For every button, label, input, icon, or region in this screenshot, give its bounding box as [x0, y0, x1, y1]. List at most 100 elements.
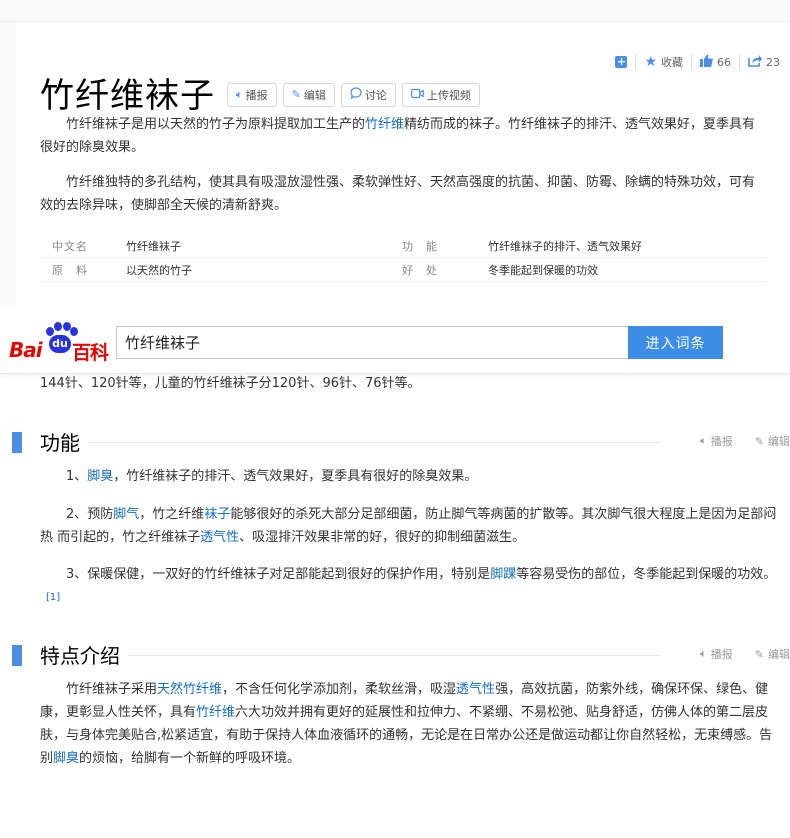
section-marker — [12, 645, 22, 666]
body-text: ，不含任何化学添加剂，柔软丝滑，吸湿 — [222, 682, 457, 697]
link-breathability[interactable]: 透气性 — [456, 682, 495, 697]
enter-entry-button[interactable]: 进入词条 — [628, 326, 723, 359]
speaker-icon: 🔈︎ — [236, 87, 243, 101]
info-row: 中文名 竹纤维袜子 功 能 竹纤维袜子的排汗、透气效果好 — [40, 234, 765, 258]
discuss-label: 讨论 — [364, 88, 387, 102]
plus-square-icon: + — [615, 55, 628, 68]
summary-text: 竹纤维袜子是用以天然的竹子为原料提取加工生产的 — [66, 117, 366, 132]
thumbs-up-icon — [700, 54, 713, 71]
link-bamboo-fiber[interactable]: 竹纤维 — [365, 117, 404, 132]
share-count: 23 — [766, 55, 780, 69]
lemma-actions: + ★ 收藏 66 23 — [615, 52, 780, 72]
upload-video-button[interactable]: 上传视频 — [401, 82, 480, 107]
body-text: 1、 — [66, 469, 88, 484]
body-text: 等容易受伤的部位，冬季能起到保暖的功效。 — [516, 567, 777, 582]
star-icon: ★ — [644, 54, 657, 70]
section-play-label: 播报 — [710, 435, 733, 448]
info-value: 以天然的竹子 — [126, 263, 192, 277]
lemma-summary-panel: + ★ 收藏 66 23 竹纤维袜子 🔈︎ 播报 ✎ 编辑 讨论 上传视频 竹纤… — [0, 0, 790, 308]
link-athletes-foot[interactable]: 脚气 — [113, 507, 139, 522]
section-edit-label: 编辑 — [768, 435, 790, 448]
section-tools: 🔈︎ 播报 ✎ 编辑 — [678, 433, 790, 449]
info-key: 功 能 — [402, 239, 438, 253]
section-edit-label: 编辑 — [768, 648, 790, 661]
section-play-label: 播报 — [710, 648, 733, 661]
search-header: Bai du 百科 进入词条 — [0, 308, 790, 374]
body-text: 竹纤维袜子采用 — [66, 682, 158, 697]
function-paragraph-3: 3、保暖保健，一双好的竹纤维袜子对足部能起到很好的保护作用，特别是脚踝等容易受伤… — [40, 563, 782, 613]
info-value: 竹纤维袜子 — [126, 239, 181, 253]
function-paragraph-2: 2、预防脚气，竹之纤维袜子能够很好的杀死大部分足部细菌，防止脚气等病菌的扩散等。… — [40, 503, 782, 549]
info-value: 冬季能起到保暖的功效 — [488, 263, 598, 277]
link-bamboo-fiber[interactable]: 竹纤维 — [196, 705, 235, 720]
title-tools: 🔈︎ 播报 ✎ 编辑 讨论 上传视频 — [227, 82, 486, 107]
basic-info-table: 中文名 竹纤维袜子 功 能 竹纤维袜子的排汗、透气效果好 原 料 以天然的竹子 … — [40, 234, 765, 282]
edit-label: 编辑 — [303, 88, 326, 102]
body-text: 的烦恼，给脚有一个新鲜的呼吸环境。 — [79, 751, 301, 766]
speaker-icon: 🔈︎ — [700, 647, 707, 660]
play-label: 播报 — [245, 88, 268, 102]
body-text: 3、保暖保健，一双好的竹纤维袜子对足部能起到很好的保护作用，特别是 — [66, 567, 491, 582]
discuss-button[interactable]: 讨论 — [340, 82, 396, 107]
collect-button[interactable]: ★ 收藏 — [644, 54, 683, 70]
info-key: 中文名 — [52, 239, 88, 253]
summary-paragraph-2: 竹纤维独特的多孔结构，使其具有吸湿放湿性强、柔软弹性好、天然高强度的抗菌、抑菌、… — [40, 175, 756, 213]
edit-button[interactable]: ✎ 编辑 — [282, 82, 335, 107]
speaker-icon: 🔈︎ — [700, 434, 707, 447]
summary-paragraph-1: 竹纤维袜子是用以天然的竹子为原料提取加工生产的竹纤维精纺而成的袜子。竹纤维袜子的… — [40, 113, 762, 159]
divider — [691, 55, 692, 69]
video-icon — [410, 88, 424, 102]
link-foot-odor[interactable]: 脚臭 — [53, 751, 79, 766]
divider — [635, 55, 637, 69]
like-count: 66 — [717, 55, 731, 69]
section-play-button[interactable]: 🔈︎ 播报 — [696, 646, 733, 662]
info-value: 竹纤维袜子的排汗、透气效果好 — [488, 239, 642, 253]
link-ankle[interactable]: 脚踝 — [490, 567, 516, 582]
section-edit-button[interactable]: ✎ 编辑 — [751, 433, 790, 449]
chat-bubble-icon — [350, 87, 362, 102]
divider — [739, 55, 740, 69]
search-input[interactable] — [116, 326, 629, 359]
feature-paragraph: 竹纤维袜子采用天然竹纤维，不含任何化学添加剂，柔软丝滑，吸湿透气性强，高效抗菌，… — [40, 678, 782, 770]
section-title: 特点介绍 — [40, 640, 128, 669]
baidu-baike-logo[interactable]: Bai du 百科 — [9, 322, 109, 364]
section-header-function: 功能 🔈︎ 播报 ✎ 编辑 — [0, 425, 790, 456]
continued-text: 144针、120针等，儿童的竹纤维袜子分120针、96针、76针等。 — [40, 376, 421, 391]
upload-video-label: 上传视频 — [426, 88, 471, 102]
left-strip — [0, 22, 16, 308]
link-breathability[interactable]: 透气性 — [200, 530, 239, 545]
info-row: 原 料 以天然的竹子 好 处 冬季能起到保暖的功效 — [40, 258, 765, 282]
pencil-icon: ✎ — [291, 88, 301, 101]
body-text: 、吸湿排汗效果非常的好，很好的抑制细菌滋生。 — [239, 530, 526, 545]
link-socks[interactable]: 袜子 — [204, 507, 230, 522]
function-paragraph-1: 1、脚臭，竹纤维袜子的排汗、透气效果好，夏季具有很好的除臭效果。 — [40, 465, 782, 488]
body-text: 2、预防 — [66, 507, 114, 522]
section-divider — [120, 655, 660, 656]
link-foot-odor[interactable]: 脚臭 — [87, 469, 113, 484]
section-header-features: 特点介绍 🔈︎ 播报 ✎ 编辑 — [0, 638, 790, 669]
link-natural-bamboo-fiber[interactable]: 天然竹纤维 — [157, 682, 222, 697]
logo-baike: 百科 — [72, 342, 109, 364]
collect-label: 收藏 — [661, 56, 683, 69]
share-icon — [748, 54, 762, 71]
share-button[interactable]: 23 — [748, 54, 780, 71]
logo-du: du — [49, 335, 71, 353]
add-button[interactable]: + — [615, 55, 628, 68]
logo-bai: Bai — [9, 338, 43, 362]
body-text: ，竹纤维袜子的排汗、透气效果好，夏季具有很好的除臭效果。 — [113, 469, 478, 484]
section-divider — [80, 442, 660, 443]
like-button[interactable]: 66 — [700, 54, 731, 71]
pencil-icon: ✎ — [754, 647, 764, 661]
play-button[interactable]: 🔈︎ 播报 — [227, 82, 277, 107]
top-strip — [0, 0, 790, 22]
title-row: 竹纤维袜子 🔈︎ 播报 ✎ 编辑 讨论 上传视频 — [40, 68, 486, 117]
section-title: 功能 — [40, 427, 88, 456]
pencil-icon: ✎ — [754, 434, 764, 448]
section-marker — [12, 432, 22, 453]
page-title: 竹纤维袜子 — [40, 76, 215, 116]
section-edit-button[interactable]: ✎ 编辑 — [751, 646, 790, 662]
section-play-button[interactable]: 🔈︎ 播报 — [696, 433, 733, 449]
info-key: 好 处 — [402, 263, 438, 277]
info-key: 原 料 — [52, 263, 88, 277]
reference-link[interactable]: [1] — [46, 592, 60, 603]
